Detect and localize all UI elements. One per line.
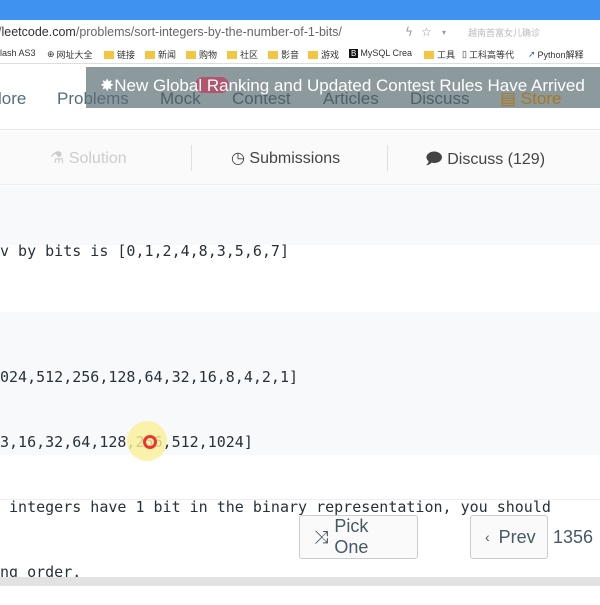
scrollbar[interactable] [0,577,600,586]
folder-icon [308,50,318,59]
tab-solution[interactable]: ⚗ Solution [50,148,127,168]
bookmark[interactable]: ➚ Python解释 [528,48,584,61]
page-icon: ▯ [462,49,467,59]
bookmark[interactable]: 链接 [104,48,135,61]
announcement-text[interactable]: ✸New Global Ranking and Updated Contest … [100,77,585,95]
mouse-cursor-highlight [127,421,167,461]
divider [0,499,600,500]
prev-button[interactable]: ‹ Prev [470,515,548,559]
globe-icon: ⊕ [47,49,55,59]
browser-titlebar [0,0,600,20]
bookmarks-bar: lash AS3 ⊕ 网址大全 链接 新闻 购物 社区 影音 游戏 B MySQL … [0,44,600,64]
pick-one-button[interactable]: ⤨ Pick One [299,515,418,559]
bookmark[interactable]: 社区 [227,48,258,61]
code-line: v by bits is [0,1,2,4,8,3,5,6,7] [0,242,289,260]
bookmark[interactable]: 工具 [424,48,455,61]
tab-discuss[interactable]: 🗩 Discuss (129) [425,148,545,175]
folder-icon [145,50,155,59]
flask-icon: ⚗ [50,150,65,167]
b-icon: B [349,48,359,58]
star-icon[interactable]: ☆ [421,25,432,39]
nav-explore[interactable]: lore [0,89,26,108]
folder-icon [268,50,278,59]
divider [387,145,388,171]
tab-submissions[interactable]: ◷ Submissions [231,148,340,168]
chevron-left-icon: ‹ [485,529,490,545]
dropdown-icon[interactable]: ▾ [442,28,446,37]
clock-icon: ◷ [231,150,245,167]
address-bar[interactable]: /leetcode.com/problems/sort-integers-by-… [0,20,600,44]
folder-icon [424,50,434,59]
problem-tabs: ⚗ Solution ◷ Submissions 🗩 Discuss (129) [0,131,600,185]
bookmark[interactable]: 影音 [268,48,299,61]
bookmark[interactable]: 游戏 [308,48,339,61]
url-text[interactable]: /leetcode.com/problems/sort-integers-by-… [0,25,342,39]
cursor-icon [143,435,157,449]
search-box[interactable]: 越南首富女儿确诊 [468,26,540,39]
folder-icon [104,50,114,59]
bookmark[interactable]: ⊕ 网址大全 [47,48,93,61]
code-line: 024,512,256,128,64,32,16,8,4,2,1] [0,368,299,386]
bookmark[interactable]: B MySQL Crea [349,48,412,58]
example-output-block: v by bits is [0,1,2,4,8,3,5,6,7] [0,186,600,260]
problem-counter: 1356 [553,527,594,547]
comment-icon: 🗩 [425,151,443,168]
example-block: 024,512,256,128,64,32,16,8,4,2,1] 3,16,3… [0,312,600,581]
bookmark[interactable]: 新闻 [145,48,176,61]
bookmark[interactable]: ▯ 工科高等代 [462,48,514,61]
bookmark[interactable]: lash AS3 [0,48,36,58]
folder-icon [227,50,237,59]
shuffle-icon: ⤨ [314,526,329,547]
rocket-icon: ➚ [528,49,536,59]
lightning-icon[interactable]: ϟ [405,25,413,39]
bookmark[interactable]: 购物 [186,48,217,61]
divider [191,145,192,171]
code-line: 3,16,32,64,128,256,512,1024] [0,428,600,457]
folder-icon [186,50,196,59]
